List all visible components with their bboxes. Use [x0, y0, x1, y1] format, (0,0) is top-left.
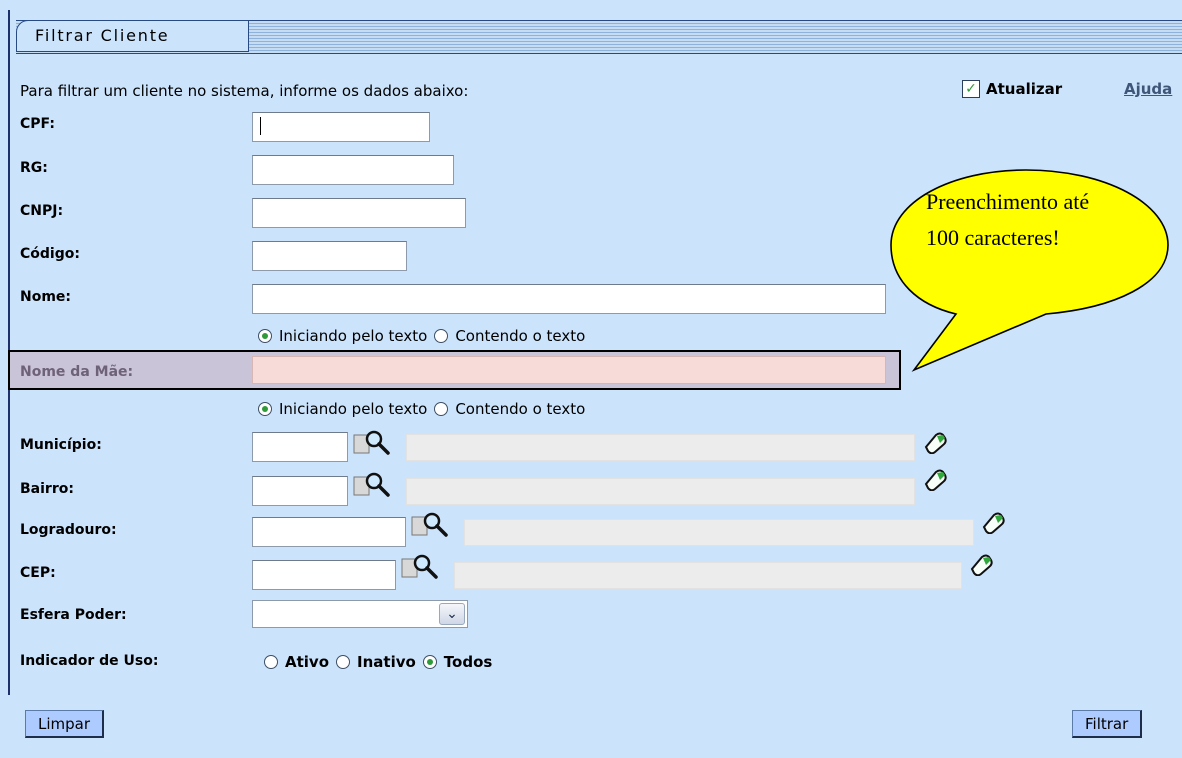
- nome-match-options: Iniciando pelo texto Contendo o texto: [258, 327, 592, 345]
- atualizar-label: Atualizar: [986, 80, 1063, 98]
- inativo-radio[interactable]: [336, 655, 351, 669]
- codigo-input[interactable]: [252, 241, 407, 271]
- mae-contains-label: Contendo o texto: [455, 400, 586, 418]
- rg-label: RG:: [20, 160, 48, 176]
- mae-start-radio[interactable]: [258, 402, 272, 416]
- callout-text: Preenchimento até 100 caracteres!: [926, 189, 1090, 250]
- text-caret: [260, 117, 261, 135]
- nome-start-label: Iniciando pelo texto: [279, 327, 428, 345]
- nome-contains-radio[interactable]: [434, 329, 449, 343]
- ativo-radio[interactable]: [264, 655, 278, 669]
- bairro-code-input[interactable]: [252, 476, 348, 506]
- eraser-icon[interactable]: [922, 467, 948, 491]
- magnifier-icon[interactable]: [352, 470, 392, 500]
- help-link[interactable]: Ajuda: [1124, 80, 1172, 98]
- nome-start-radio[interactable]: [258, 329, 272, 343]
- municipio-label: Município:: [20, 437, 102, 453]
- bairro-label: Bairro:: [20, 481, 74, 497]
- ativo-label: Ativo: [285, 653, 330, 671]
- logradouro-name-display: [464, 519, 974, 546]
- intro-text: Para filtrar um cliente no sistema, info…: [20, 82, 469, 100]
- nome-label: Nome:: [20, 289, 72, 305]
- checkmark-icon[interactable]: ✓: [962, 80, 980, 98]
- mae-start-label: Iniciando pelo texto: [279, 400, 428, 418]
- cnpj-input[interactable]: [252, 198, 466, 228]
- eraser-icon[interactable]: [980, 510, 1006, 534]
- nome-mae-input[interactable]: [252, 356, 886, 384]
- nome-contains-label: Contendo o texto: [455, 327, 586, 345]
- municipio-code-input[interactable]: [252, 432, 348, 462]
- cep-address-display: [454, 562, 962, 589]
- logradouro-code-input[interactable]: [252, 517, 406, 547]
- bairro-name-display: [406, 478, 915, 505]
- cpf-label: CPF:: [20, 116, 55, 132]
- cpf-input[interactable]: [252, 112, 430, 142]
- codigo-label: Código:: [20, 246, 80, 262]
- nome-input[interactable]: [252, 284, 886, 314]
- atualizar-toggle[interactable]: ✓ Atualizar: [962, 80, 1062, 98]
- eraser-icon[interactable]: [922, 430, 948, 454]
- magnifier-icon[interactable]: [400, 552, 440, 582]
- indicador-label: Indicador de Uso:: [20, 653, 159, 669]
- todos-label: Todos: [443, 653, 493, 671]
- rg-input[interactable]: [252, 155, 454, 185]
- limpar-button[interactable]: Limpar: [25, 710, 105, 738]
- filtrar-button[interactable]: Filtrar: [1072, 710, 1143, 738]
- magnifier-icon[interactable]: [410, 510, 450, 540]
- mae-contains-radio[interactable]: [434, 402, 449, 416]
- todos-radio[interactable]: [422, 655, 437, 669]
- logradouro-label: Logradouro:: [20, 522, 117, 538]
- eraser-icon[interactable]: [968, 552, 994, 576]
- cep-input[interactable]: [252, 560, 396, 590]
- nome-mae-label: Nome da Mãe:: [20, 364, 134, 380]
- panel-title: Filtrar Cliente: [35, 26, 170, 45]
- uso-options: Ativo Inativo Todos: [264, 653, 499, 671]
- magnifier-icon[interactable]: [352, 428, 392, 458]
- cep-label: CEP:: [20, 565, 56, 581]
- cnpj-label: CNPJ:: [20, 203, 64, 219]
- esfera-select[interactable]: ⌄: [252, 600, 468, 628]
- municipio-name-display: [406, 434, 915, 461]
- chevron-down-icon[interactable]: ⌄: [439, 603, 465, 625]
- inativo-label: Inativo: [357, 653, 416, 671]
- esfera-label: Esfera Poder:: [20, 607, 127, 623]
- mae-match-options: Iniciando pelo texto Contendo o texto: [258, 400, 592, 418]
